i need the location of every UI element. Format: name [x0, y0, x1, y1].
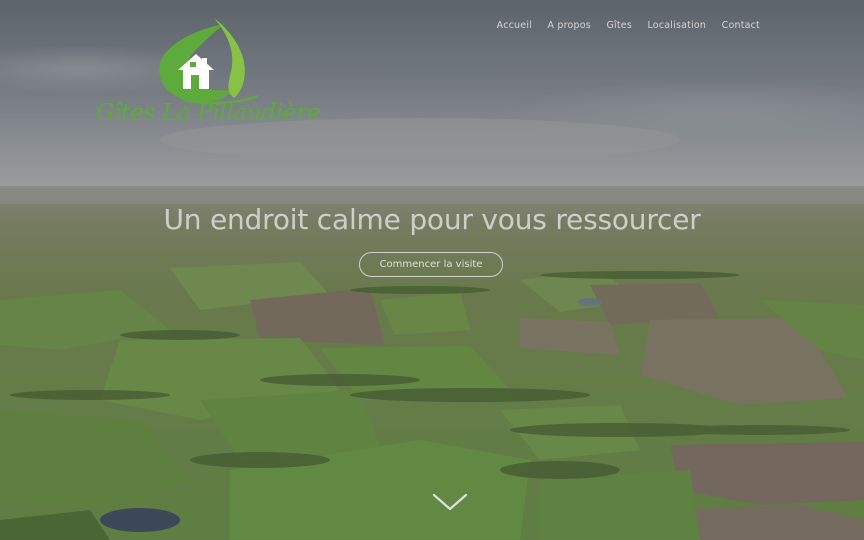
chevron-down-icon[interactable] — [432, 492, 468, 512]
nav-item-localisation[interactable]: Localisation — [647, 20, 706, 31]
nav-item-contact[interactable]: Contact — [722, 20, 760, 31]
leaf-house-logo-icon — [159, 18, 258, 105]
nav-item-a-propos[interactable]: A propos — [548, 20, 591, 31]
nav-item-gites[interactable]: Gîtes — [606, 20, 632, 31]
nav-item-accueil[interactable]: Accueil — [497, 20, 532, 31]
logo-text: Gîtes La Pillaudière — [96, 100, 321, 126]
hero-headline: Un endroit calme pour vous ressourcer — [163, 203, 701, 236]
site-logo[interactable]: Gîtes La Pillaudière — [96, 14, 321, 136]
main-nav: Accueil A propos Gîtes Localisation Cont… — [481, 20, 760, 31]
start-visit-button[interactable]: Commencer la visite — [359, 252, 503, 277]
hero-section: Gîtes La Pillaudière Accueil A propos Gî… — [0, 0, 864, 540]
